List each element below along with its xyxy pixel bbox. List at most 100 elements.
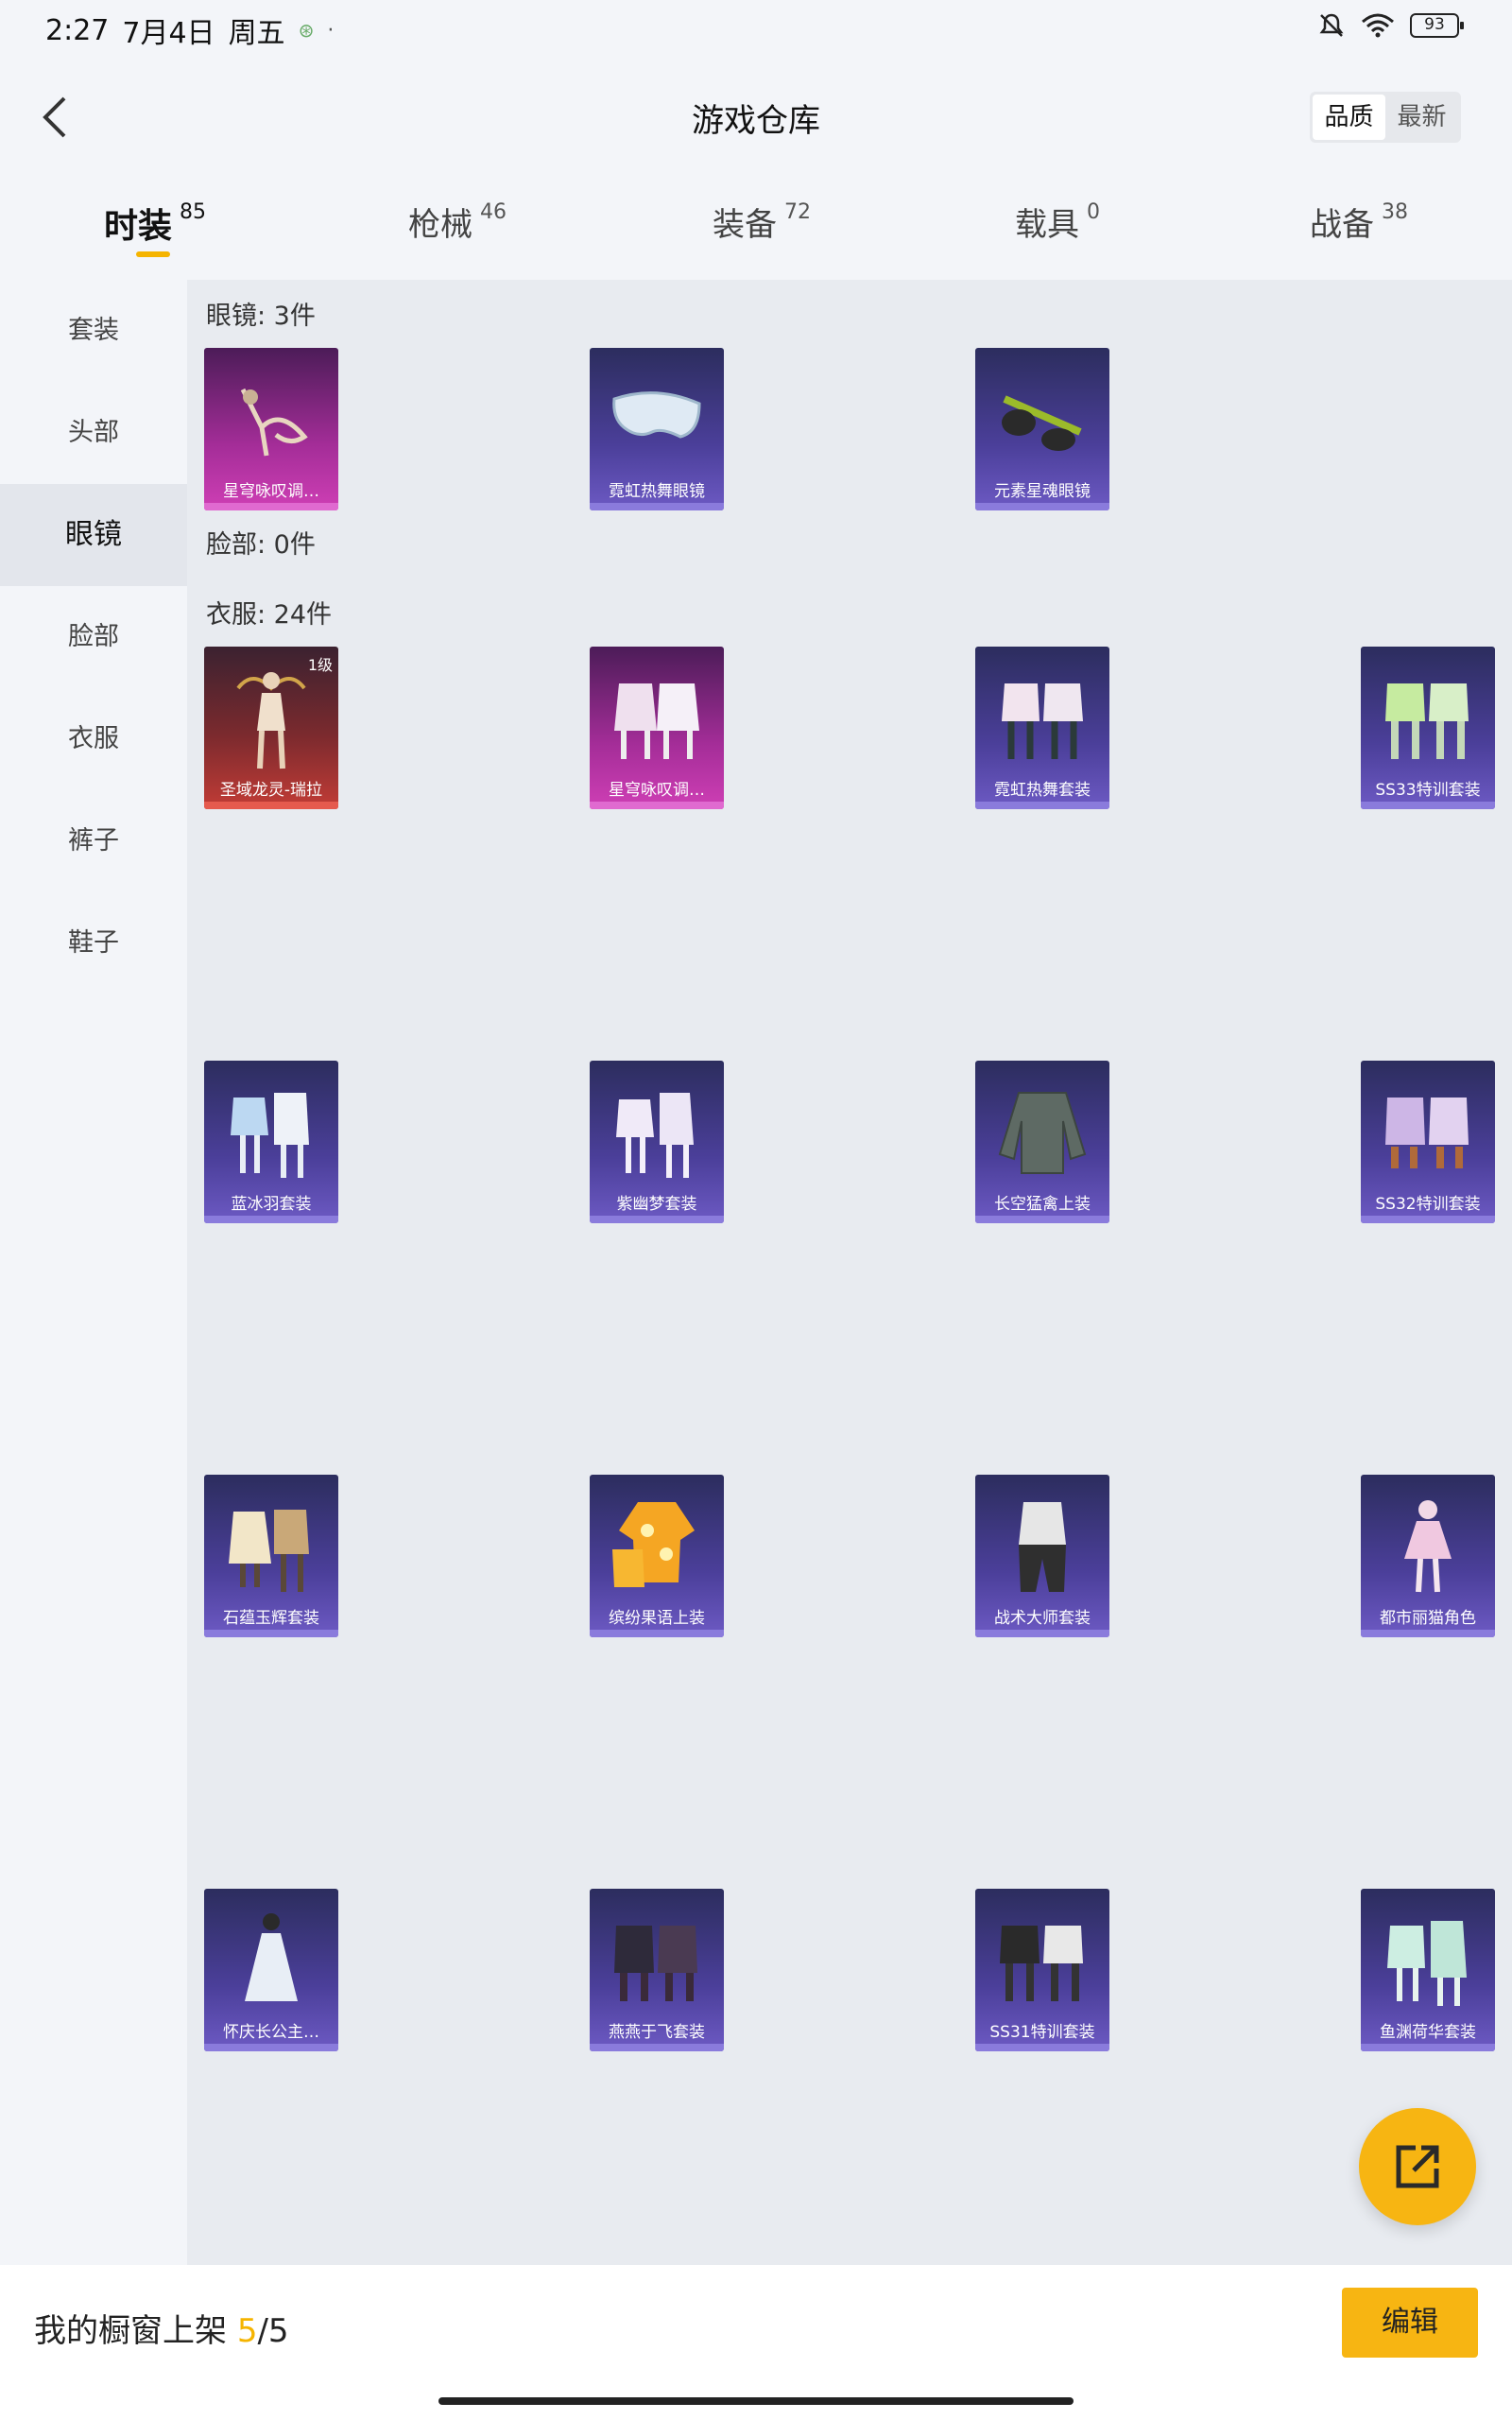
tab-combat-gear[interactable]: 战备 38 [1310,199,1408,245]
outfit-image [204,1475,338,1615]
item-card[interactable]: 星穹咏叹调… [590,647,724,809]
item-card[interactable]: 星穹咏叹调… [204,348,338,510]
rarity-strip [975,1630,1109,1637]
page-title: 游戏仓库 [692,102,820,140]
section-title-face: 脸部: 0件 [206,530,316,560]
sidebar-item-suits[interactable]: 套装 [0,280,187,382]
item-card[interactable]: 紫幽梦套装 [590,1061,724,1223]
item-name: 鱼渊荷华套装 [1380,2023,1476,2042]
sidebar: 套装 头部 眼镜 脸部 衣服 裤子 鞋子 [0,280,187,2265]
rarity-strip [590,1216,724,1223]
item-name: 霓虹热舞眼镜 [609,482,705,501]
outfit-image [590,1889,724,2029]
rarity-strip [975,1216,1109,1223]
showcase-status: 我的橱窗上架 5/5 [34,2305,289,2351]
sidebar-item-pants[interactable]: 裤子 [0,790,187,892]
sidebar-item-glasses[interactable]: 眼镜 [0,484,187,586]
tab-vehicles[interactable]: 载具 0 [1015,199,1100,245]
sidebar-item-clothes[interactable]: 衣服 [0,688,187,790]
item-card[interactable]: 缤纷果语上装 [590,1475,724,1637]
tab-label: 枪械 [408,206,472,244]
rarity-strip [590,1630,724,1637]
sunglasses-image [975,348,1109,488]
status-time: 2:27 [45,13,110,47]
rarity-strip [1361,802,1495,809]
tab-count: 0 [1087,200,1100,224]
dot-icon: · [327,18,335,43]
showcase-current-count: 5 [236,2312,258,2350]
item-card[interactable]: 燕燕于飞套装 [590,1889,724,2051]
item-card[interactable]: SS33特训套装 [1361,647,1495,809]
item-name: 燕燕于飞套装 [609,2023,705,2042]
showcase-total-count: /5 [257,2312,289,2350]
sidebar-item-head[interactable]: 头部 [0,382,187,484]
rarity-strip [975,503,1109,510]
item-card[interactable]: 战术大师套装 [975,1475,1109,1637]
item-card[interactable]: 霓虹热舞套装 [975,647,1109,809]
outfit-image [1361,1889,1495,2029]
showcase-label: 我的橱窗上架 [34,2312,237,2350]
tab-guns[interactable]: 枪械 46 [408,199,507,245]
jacket-image [975,1061,1109,1201]
home-indicator[interactable] [438,2397,1074,2405]
character-image [204,1889,338,2029]
item-card[interactable]: 1级 圣域龙灵-瑞拉 [204,647,338,809]
item-name: 长空猛禽上装 [994,1195,1091,1214]
item-card[interactable]: 都市丽猫角色 [1361,1475,1495,1637]
sort-latest-option[interactable]: 最新 [1385,95,1458,140]
item-card[interactable]: 蓝冰羽套装 [204,1061,338,1223]
rarity-strip [204,802,338,809]
tab-label: 载具 [1015,206,1079,244]
tab-fashion[interactable]: 时装 85 [104,199,206,248]
item-name: 星穹咏叹调… [609,781,705,800]
item-card[interactable]: 石蕴玉辉套装 [204,1475,338,1637]
tab-count: 72 [784,200,811,224]
sort-toggle[interactable]: 品质 最新 [1310,92,1461,143]
status-bar: 2:27 7月4日 周五 ⊛ · 93 [0,0,1512,57]
rarity-strip [1361,1630,1495,1637]
tab-equipment[interactable]: 装备 72 [713,199,811,245]
category-tabs: 时装 85 枪械 46 装备 72 载具 0 战备 38 [0,189,1512,274]
rarity-strip [1361,1216,1495,1223]
item-name: 元素星魂眼镜 [994,482,1091,501]
section-title-glasses: 眼镜: 3件 [206,302,316,331]
item-name: 都市丽猫角色 [1380,1609,1476,1628]
item-card[interactable]: 鱼渊荷华套装 [1361,1889,1495,2051]
wifi-icon [1362,13,1394,38]
edit-button[interactable]: 编辑 [1342,2288,1478,2358]
outfit-image [975,1475,1109,1615]
outfit-image [590,1061,724,1201]
item-name: 缤纷果语上装 [609,1609,705,1628]
glasses-mask-image [204,348,338,488]
header: 游戏仓库 品质 最新 [0,66,1512,170]
status-date: 7月4日 [122,17,215,50]
item-name: SS31特训套装 [989,2023,1095,2042]
rarity-strip [1361,2044,1495,2051]
outfit-image [590,647,724,786]
level-badge: 1级 [307,656,333,674]
item-card[interactable]: SS32特训套装 [1361,1061,1495,1223]
item-card[interactable]: 霓虹热舞眼镜 [590,348,724,510]
item-card[interactable]: SS31特训套装 [975,1889,1109,2051]
tab-label: 装备 [713,206,777,244]
item-name: 星穹咏叹调… [223,482,319,501]
sidebar-item-face[interactable]: 脸部 [0,586,187,688]
item-name: 紫幽梦套装 [616,1195,697,1214]
sidebar-item-shoes[interactable]: 鞋子 [0,892,187,994]
rarity-strip [590,503,724,510]
tab-label: 战备 [1310,206,1374,244]
item-card[interactable]: 怀庆长公主… [204,1889,338,2051]
share-button[interactable] [1359,2108,1476,2225]
rarity-strip [975,802,1109,809]
section-title-clothes: 衣服: 24件 [206,600,333,630]
sort-quality-option[interactable]: 品质 [1313,95,1385,140]
item-card[interactable]: 长空猛禽上装 [975,1061,1109,1223]
outfit-image [975,647,1109,786]
item-name: 圣域龙灵-瑞拉 [219,781,323,800]
item-card[interactable]: 元素星魂眼镜 [975,348,1109,510]
item-name: 战术大师套装 [994,1609,1091,1628]
share-icon [1396,2145,1439,2188]
tab-count: 46 [480,200,507,224]
tab-count: 38 [1382,200,1408,224]
outfit-image [1361,1061,1495,1201]
